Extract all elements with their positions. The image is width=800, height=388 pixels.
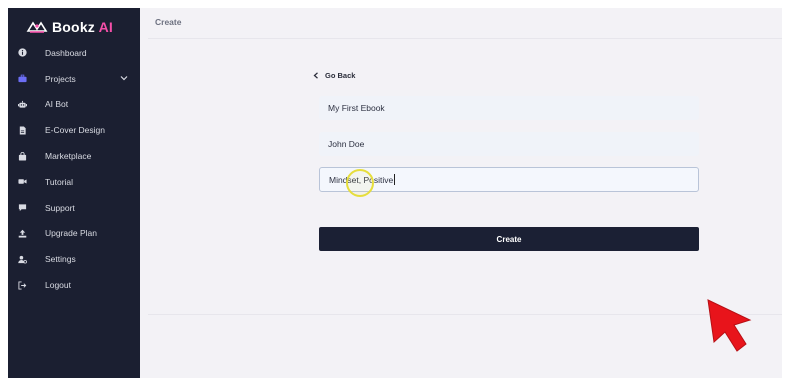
go-back-link[interactable]: Go Back <box>313 71 355 80</box>
user-gear-icon <box>17 254 27 264</box>
keywords-input[interactable]: Mindset, Positive <box>319 167 699 192</box>
author-name-input[interactable]: John Doe <box>319 132 699 156</box>
sidebar-item-logout[interactable]: Logout <box>8 272 140 298</box>
sidebar-item-label: E-Cover Design <box>45 125 105 136</box>
sidebar-item-dashboard[interactable]: Dashboard <box>8 40 140 66</box>
sidebar-nav: Dashboard Projects AI Bot E-Cover Design… <box>8 40 140 298</box>
create-button[interactable]: Create <box>319 227 699 251</box>
logo[interactable]: Bookz AI <box>26 17 113 37</box>
sidebar-item-label: AI Bot <box>45 99 69 110</box>
author-name-value: John Doe <box>328 139 365 149</box>
chevron-left-icon <box>313 72 318 79</box>
sidebar-item-upgrade-plan[interactable]: Upgrade Plan <box>8 221 140 247</box>
sidebar-item-label: Tutorial <box>45 176 74 187</box>
info-icon <box>17 48 27 58</box>
sidebar-item-label: Logout <box>45 280 71 291</box>
ebook-title-input[interactable]: My First Ebook <box>319 96 699 120</box>
upload-icon <box>17 228 27 238</box>
bag-icon <box>17 151 27 161</box>
sidebar-item-label: Upgrade Plan <box>45 228 97 239</box>
cursor-highlight <box>346 169 374 197</box>
sidebar-item-label: Settings <box>45 254 76 265</box>
header-divider <box>148 38 782 39</box>
red-arrow-pointer-icon <box>707 299 752 352</box>
video-icon <box>17 177 27 187</box>
sidebar-item-label: Dashboard <box>45 47 87 58</box>
sidebar-item-tutorial[interactable]: Tutorial <box>8 169 140 195</box>
file-icon <box>17 125 27 135</box>
page-title: Create <box>155 17 182 27</box>
chat-icon <box>17 203 27 213</box>
sidebar: Bookz AI Dashboard Projects AI Bot E-Cov… <box>8 8 140 378</box>
book-logo-icon <box>26 21 48 33</box>
sidebar-item-label: Support <box>45 202 75 213</box>
sidebar-item-ai-bot[interactable]: AI Bot <box>8 92 140 118</box>
sidebar-item-settings[interactable]: Settings <box>8 246 140 272</box>
brand-name: Bookz AI <box>52 19 113 35</box>
footer-divider <box>148 314 782 315</box>
briefcase-icon <box>17 74 27 84</box>
app-frame: Bookz AI Dashboard Projects AI Bot E-Cov… <box>8 8 782 378</box>
go-back-label: Go Back <box>325 71 356 80</box>
robot-icon <box>17 99 27 109</box>
sidebar-item-e-cover-design[interactable]: E-Cover Design <box>8 117 140 143</box>
text-caret <box>394 174 396 185</box>
sidebar-item-marketplace[interactable]: Marketplace <box>8 143 140 169</box>
ebook-title-value: My First Ebook <box>328 103 385 113</box>
sidebar-item-label: Projects <box>45 73 76 84</box>
chevron-down-icon[interactable] <box>120 74 128 82</box>
sidebar-item-support[interactable]: Support <box>8 195 140 221</box>
logout-icon <box>17 280 27 290</box>
sidebar-item-projects[interactable]: Projects <box>8 66 140 92</box>
sidebar-item-label: Marketplace <box>45 151 92 162</box>
